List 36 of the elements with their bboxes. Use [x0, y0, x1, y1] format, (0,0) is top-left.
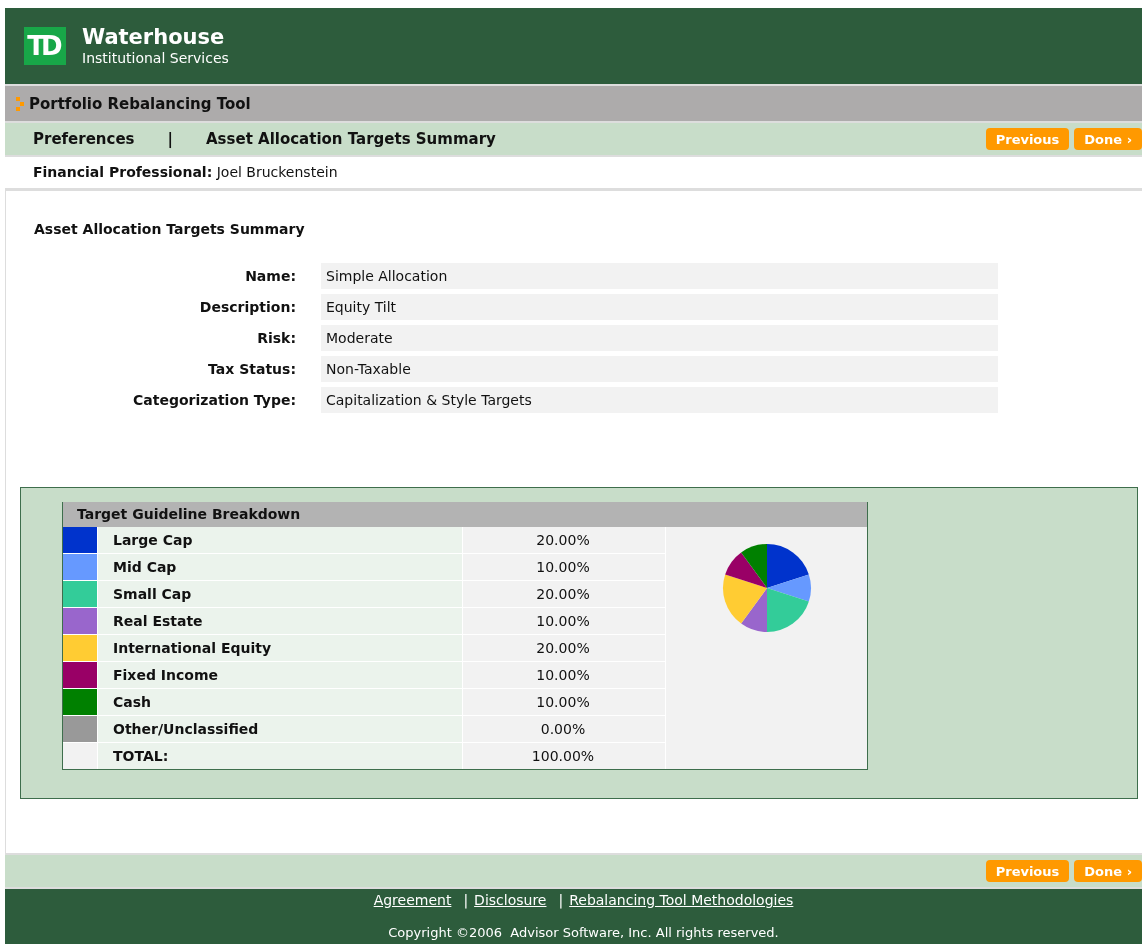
- logo: TD: [24, 27, 66, 65]
- field-label: Risk:: [256, 329, 296, 348]
- brand-name: Waterhouse: [82, 25, 226, 49]
- footer-link[interactable]: Rebalancing Tool Methodologies: [569, 892, 794, 908]
- table-cell: Mid Cap: [98, 554, 463, 580]
- separator: |: [167, 130, 173, 148]
- field-value: Moderate: [321, 325, 998, 351]
- field-value: Non-Taxable: [321, 356, 998, 382]
- table-cell: Cash: [98, 689, 463, 715]
- separator: |: [463, 892, 469, 908]
- footer-link[interactable]: Agreement: [373, 892, 452, 908]
- table-cell: Small Cap: [98, 581, 463, 607]
- financial-professional: Financial Professional: Joel Bruckenstein: [33, 164, 338, 180]
- section-title: Asset Allocation Targets Summary: [34, 221, 306, 237]
- nav-link[interactable]: Asset Allocation Targets Summary: [206, 130, 496, 148]
- bullet-icon: [16, 96, 25, 111]
- table-cell: International Equity: [98, 635, 463, 661]
- table-cell: Fixed Income: [98, 662, 463, 688]
- table-cell: Real Estate: [98, 608, 463, 634]
- field-label: Tax Status:: [207, 360, 296, 379]
- table-cell: TOTAL:: [98, 743, 463, 769]
- table-cell: Other/Unclassified: [98, 716, 463, 742]
- footer-link[interactable]: Disclosure: [474, 892, 547, 908]
- brand-subtitle: Institutional Services: [82, 49, 229, 67]
- field-value: Equity Tilt: [321, 294, 998, 320]
- table-cell: Large Cap: [98, 527, 463, 553]
- nav-link[interactable]: Preferences: [33, 130, 135, 148]
- field-value: Capitalization & Style Targets: [321, 387, 998, 413]
- copyright: Copyright ©2006 Advisor Software, Inc. All rights reserved.: [387, 925, 780, 940]
- separator: |: [558, 892, 564, 908]
- field-label: Name:: [244, 267, 296, 286]
- field-label: Description:: [198, 298, 296, 317]
- tool-title: Portfolio Rebalancing Tool: [29, 94, 251, 113]
- field-value: Simple Allocation: [321, 263, 998, 289]
- field-label: Categorization Type:: [132, 391, 296, 410]
- table-title: Target Guideline Breakdown: [63, 502, 867, 527]
